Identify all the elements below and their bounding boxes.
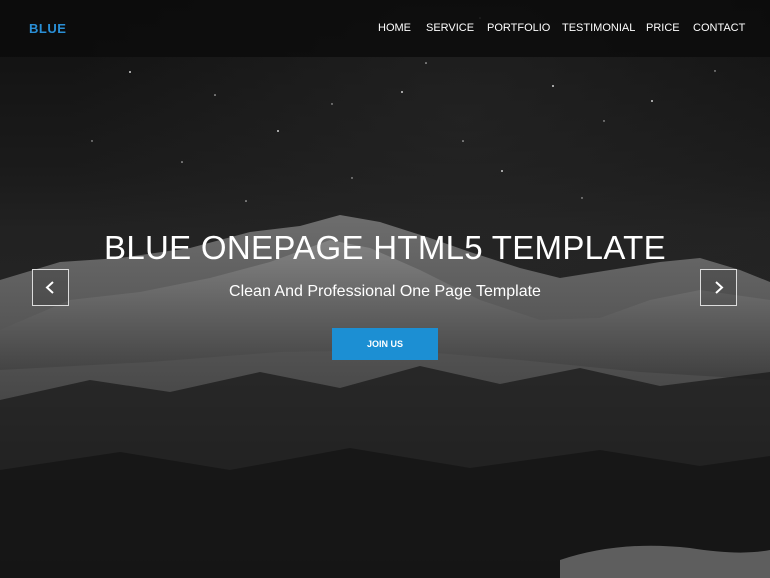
slider-next-button[interactable]: [700, 269, 737, 306]
nav-item-testimonial[interactable]: TESTIMONIAL: [562, 22, 635, 34]
hero-subtitle: Clean And Professional One Page Template: [229, 283, 541, 300]
nav-item-service[interactable]: SERVICE: [426, 22, 474, 34]
nav-item-price[interactable]: PRICE: [646, 22, 680, 34]
hero-slider: BLUE HOME SERVICE PORTFOLIO TESTIMONIAL …: [0, 0, 770, 578]
chevron-right-icon: [715, 281, 724, 294]
nav-item-home[interactable]: HOME: [378, 22, 411, 34]
navbar: BLUE HOME SERVICE PORTFOLIO TESTIMONIAL …: [0, 0, 770, 57]
nav-item-contact[interactable]: CONTACT: [693, 22, 745, 34]
nav-item-portfolio[interactable]: PORTFOLIO: [487, 22, 550, 34]
hero-title: BLUE ONEPAGE HTML5 TEMPLATE: [104, 229, 666, 266]
join-us-button[interactable]: JOIN US: [332, 328, 438, 360]
slider-prev-button[interactable]: [32, 269, 69, 306]
chevron-left-icon: [45, 281, 54, 294]
brand-logo[interactable]: BLUE: [29, 21, 66, 36]
